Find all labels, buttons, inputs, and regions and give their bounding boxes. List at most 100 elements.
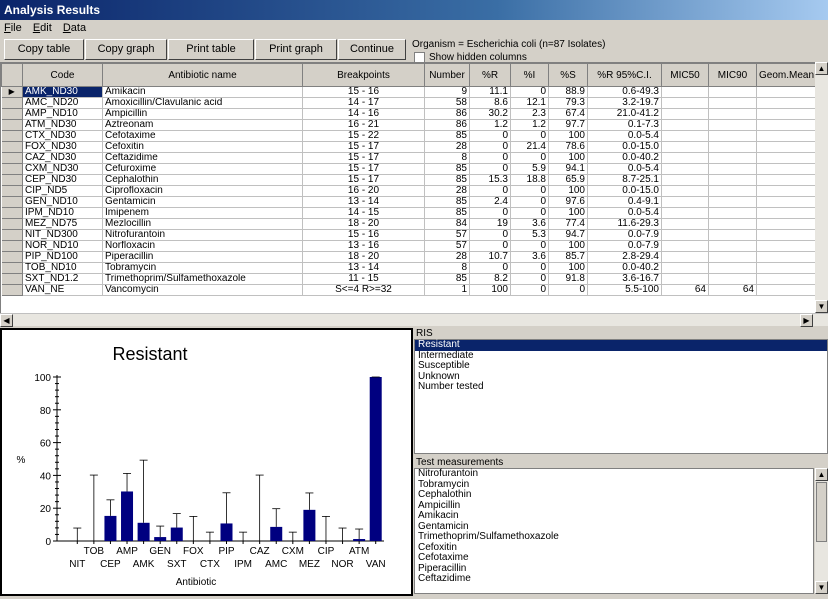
table-cell[interactable] [756, 207, 818, 219]
table-cell[interactable]: 58 [424, 97, 470, 109]
row-selector[interactable] [1, 229, 23, 241]
table-cell[interactable]: ATM_ND30 [22, 119, 103, 131]
table-row[interactable]: PIP_ND100 Piperacillin 18 - 20 28 10.7 3.6 85.… [1, 251, 818, 263]
copy-graph-button[interactable]: Copy graph [85, 39, 167, 60]
table-cell[interactable]: 65.9 [548, 174, 588, 186]
table-cell[interactable]: 0 [510, 262, 549, 274]
table-cell[interactable]: 100 [548, 130, 588, 142]
row-selector[interactable] [1, 262, 23, 274]
table-cell[interactable]: 0 [469, 163, 511, 175]
table-row[interactable]: CXM_ND30 Cefuroxime 15 - 17 85 0 5.9 94.1 0.0-5… [1, 163, 818, 175]
table-cell[interactable] [661, 196, 709, 208]
table-cell[interactable] [708, 152, 757, 164]
table-cell[interactable]: AMP_ND10 [22, 108, 103, 120]
table-cell[interactable]: 30.2 [469, 108, 511, 120]
table-cell[interactable]: 0 [510, 284, 549, 296]
table-cell[interactable] [708, 229, 757, 241]
table-cell[interactable]: 0 [469, 240, 511, 252]
table-cell[interactable]: 15 - 16 [302, 229, 425, 241]
table-cell[interactable]: 85 [424, 130, 470, 142]
table-cell[interactable]: 86 [424, 108, 470, 120]
table-cell[interactable]: 100 [548, 185, 588, 197]
table-cell[interactable]: 94.7 [548, 229, 588, 241]
table-cell[interactable]: 85 [424, 174, 470, 186]
table-cell[interactable]: 15 - 17 [302, 163, 425, 175]
table-cell[interactable] [708, 141, 757, 153]
row-selector[interactable] [1, 196, 23, 208]
table-cell[interactable]: 64 [708, 284, 757, 296]
table-cell[interactable]: 0.6-49.3 [587, 86, 662, 98]
table-cell[interactable] [661, 251, 709, 263]
table-cell[interactable]: TOB_ND10 [22, 262, 103, 274]
table-cell[interactable]: 0 [469, 152, 511, 164]
table-cell[interactable] [708, 86, 757, 98]
table-cell[interactable]: 11 - 15 [302, 273, 425, 285]
table-cell[interactable]: 8 [424, 152, 470, 164]
table-cell[interactable]: Tobramycin [102, 262, 303, 274]
print-table-button[interactable]: Print table [168, 39, 254, 60]
test-scroll-down-icon[interactable]: ▼ [815, 581, 828, 594]
table-cell[interactable] [661, 262, 709, 274]
table-cell[interactable] [661, 141, 709, 153]
row-selector[interactable]: ▶ [1, 86, 23, 98]
row-selector[interactable] [1, 284, 23, 296]
table-cell[interactable]: 2.4 [469, 196, 511, 208]
table-cell[interactable]: 3.6-16.7 [587, 273, 662, 285]
table-cell[interactable]: 15.3 [469, 174, 511, 186]
results-grid[interactable]: Code Antibiotic name Breakpoints Number %R %I… [0, 62, 828, 314]
table-cell[interactable]: 16 - 21 [302, 119, 425, 131]
table-cell[interactable]: 88.9 [548, 86, 588, 98]
table-cell[interactable]: 0.4-9.1 [587, 196, 662, 208]
table-cell[interactable] [756, 108, 818, 120]
test-scroll-thumb[interactable] [816, 482, 827, 542]
list-item[interactable]: Susceptible [415, 360, 827, 372]
table-row[interactable]: AMC_ND20 Amoxicillin/Clavulanic acid 14 - … [1, 97, 818, 109]
table-cell[interactable] [661, 163, 709, 175]
table-cell[interactable] [708, 108, 757, 120]
table-cell[interactable]: Gentamicin [102, 196, 303, 208]
table-cell[interactable]: 8 [424, 262, 470, 274]
table-cell[interactable]: 0.0-40.2 [587, 262, 662, 274]
table-cell[interactable]: 77.4 [548, 218, 588, 230]
table-cell[interactable]: Norfloxacin [102, 240, 303, 252]
table-cell[interactable]: 78.6 [548, 141, 588, 153]
row-selector[interactable] [1, 152, 23, 164]
table-cell[interactable] [661, 152, 709, 164]
table-cell[interactable]: 13 - 14 [302, 196, 425, 208]
table-cell[interactable]: 11.6-29.3 [587, 218, 662, 230]
list-item[interactable]: Nitrofurantoin [415, 468, 813, 480]
table-cell[interactable] [756, 196, 818, 208]
table-cell[interactable]: Amoxicillin/Clavulanic acid [102, 97, 303, 109]
table-cell[interactable]: Cefoxitin [102, 141, 303, 153]
table-cell[interactable]: Cefotaxime [102, 130, 303, 142]
table-cell[interactable]: 5.3 [510, 229, 549, 241]
table-cell[interactable]: 5.9 [510, 163, 549, 175]
table-cell[interactable]: NOR_ND10 [22, 240, 103, 252]
table-cell[interactable]: Nitrofurantoin [102, 229, 303, 241]
table-cell[interactable]: 1 [424, 284, 470, 296]
list-item[interactable]: Ceftazidime [415, 573, 813, 585]
table-cell[interactable]: 2.3 [510, 108, 549, 120]
table-cell[interactable] [708, 119, 757, 131]
table-cell[interactable]: 100 [469, 284, 511, 296]
table-cell[interactable] [661, 108, 709, 120]
table-cell[interactable]: 8.7-25.1 [587, 174, 662, 186]
menu-edit[interactable]: Edit [29, 20, 56, 34]
table-cell[interactable] [708, 97, 757, 109]
table-cell[interactable]: NIT_ND300 [22, 229, 103, 241]
table-cell[interactable]: 1.2 [469, 119, 511, 131]
list-item[interactable]: Cefotaxime [415, 552, 813, 564]
table-cell[interactable] [756, 262, 818, 274]
table-cell[interactable]: Imipenem [102, 207, 303, 219]
table-cell[interactable]: 14 - 15 [302, 207, 425, 219]
table-cell[interactable]: 85 [424, 207, 470, 219]
row-selector[interactable] [1, 218, 23, 230]
grid-horizontal-scrollbar[interactable]: ◀ ▶ [0, 313, 828, 327]
row-selector[interactable] [1, 108, 23, 120]
table-cell[interactable] [708, 163, 757, 175]
table-cell[interactable] [756, 119, 818, 131]
table-cell[interactable]: Piperacillin [102, 251, 303, 263]
list-item[interactable]: Cephalothin [415, 489, 813, 501]
list-item[interactable]: Intermediate [415, 350, 827, 362]
table-row[interactable]: CTX_ND30 Cefotaxime 15 - 22 85 0 0 100 0.0-5.4 [1, 130, 818, 142]
